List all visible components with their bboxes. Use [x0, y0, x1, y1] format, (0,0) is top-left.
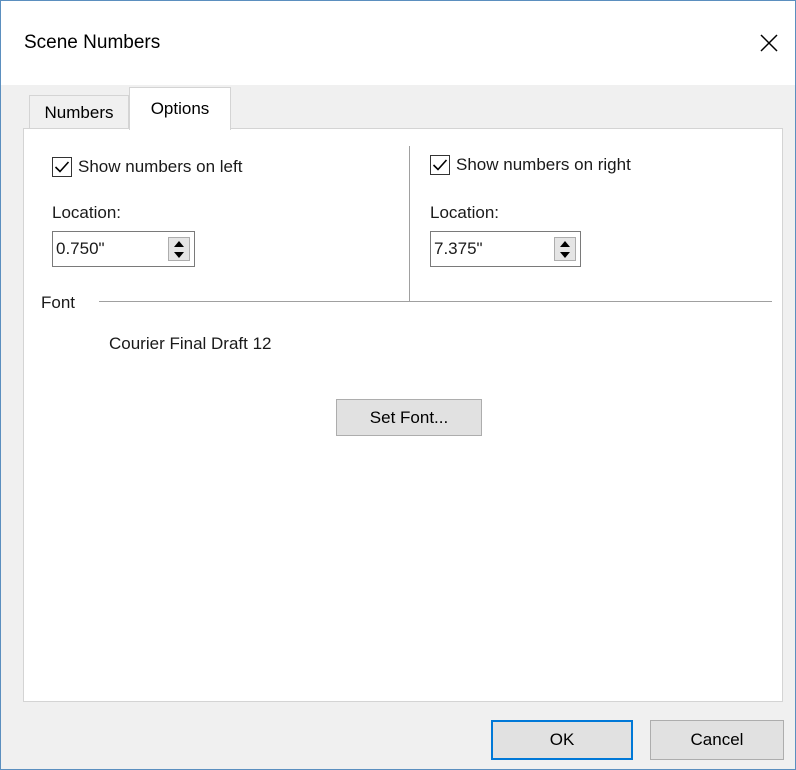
- right-location-spinner[interactable]: [430, 231, 581, 267]
- spin-down-icon[interactable]: [555, 249, 575, 260]
- right-location-label: Location:: [430, 203, 499, 222]
- spin-up-icon[interactable]: [169, 238, 189, 249]
- spin-down-icon[interactable]: [169, 249, 189, 260]
- close-button[interactable]: [747, 21, 791, 65]
- show-right-checkbox-row[interactable]: Show numbers on right: [430, 155, 631, 175]
- title-bar: Scene Numbers: [1, 1, 795, 85]
- group-divider: [409, 146, 411, 303]
- current-font-text: Courier Final Draft 12: [109, 334, 272, 353]
- font-group-label: Font: [41, 293, 76, 312]
- close-icon: [760, 34, 778, 52]
- show-left-label: Show numbers on left: [78, 157, 243, 176]
- show-right-label: Show numbers on right: [456, 155, 631, 174]
- show-left-checkbox-row[interactable]: Show numbers on left: [52, 157, 242, 177]
- dialog-title: Scene Numbers: [24, 32, 161, 53]
- left-spin-buttons[interactable]: [168, 237, 190, 261]
- spin-up-icon[interactable]: [555, 238, 575, 249]
- tab-strip: Numbers Options: [1, 85, 795, 130]
- right-location-input[interactable]: [431, 232, 539, 266]
- cancel-button[interactable]: Cancel: [650, 720, 784, 760]
- set-font-button[interactable]: Set Font...: [336, 399, 482, 436]
- options-tab-page: Show numbers on left Location: Show: [23, 128, 783, 702]
- left-location-input[interactable]: [53, 232, 161, 266]
- scene-numbers-dialog: Scene Numbers Numbers Options Show numbe…: [0, 0, 796, 770]
- checkmark-icon: [432, 159, 448, 171]
- tab-options[interactable]: Options: [129, 87, 231, 130]
- left-location-label: Location:: [52, 203, 121, 222]
- checkmark-icon: [54, 161, 70, 173]
- tab-numbers[interactable]: Numbers: [29, 95, 129, 129]
- font-group-line: [99, 301, 772, 303]
- show-left-checkbox[interactable]: [52, 157, 72, 177]
- ok-button[interactable]: OK: [491, 720, 633, 760]
- right-spin-buttons[interactable]: [554, 237, 576, 261]
- left-location-spinner[interactable]: [52, 231, 195, 267]
- show-right-checkbox[interactable]: [430, 155, 450, 175]
